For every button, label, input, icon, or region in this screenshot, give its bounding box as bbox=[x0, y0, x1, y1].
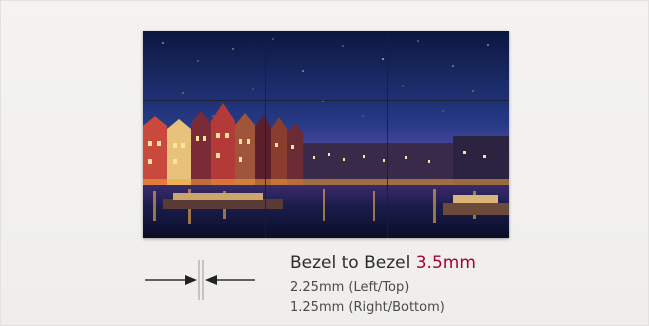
bezel-line-vertical bbox=[265, 31, 266, 238]
bezel-line-horizontal bbox=[143, 100, 509, 101]
video-wall bbox=[143, 31, 509, 238]
bezel-gap-arrows-icon bbox=[141, 258, 259, 302]
headline-prefix: Bezel to Bezel bbox=[290, 253, 416, 273]
detail-right-bottom: 1.25mm (Right/Bottom) bbox=[290, 300, 445, 315]
bezel-headline: Bezel to Bezel 3.5mm bbox=[290, 253, 476, 273]
city-photo bbox=[143, 31, 509, 238]
detail-left-top: 2.25mm (Left/Top) bbox=[290, 280, 410, 295]
bezel-line-vertical bbox=[387, 31, 388, 238]
headline-value: 3.5mm bbox=[415, 253, 476, 273]
